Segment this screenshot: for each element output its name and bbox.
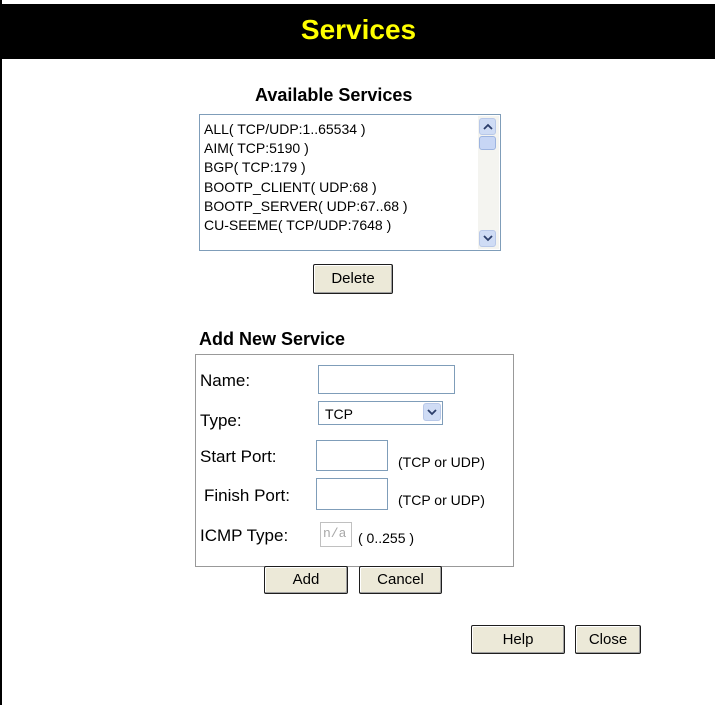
list-item[interactable]: BOOTP_CLIENT( UDP:68 ) bbox=[204, 178, 474, 197]
start-port-input[interactable] bbox=[316, 440, 388, 471]
list-item[interactable]: BGP( TCP:179 ) bbox=[204, 158, 474, 177]
type-label: Type: bbox=[200, 411, 242, 430]
type-select[interactable]: TCP bbox=[318, 401, 443, 425]
type-dropdown-button[interactable] bbox=[423, 403, 441, 421]
type-select-value: TCP bbox=[325, 406, 353, 422]
window-left-edge bbox=[0, 0, 2, 705]
icmp-type-input[interactable]: n/a bbox=[320, 522, 352, 547]
title-bar: Services bbox=[2, 4, 715, 59]
scroll-down-button[interactable] bbox=[479, 230, 496, 247]
add-button[interactable]: Add bbox=[264, 566, 348, 594]
cancel-button[interactable]: Cancel bbox=[359, 566, 442, 594]
chevron-up-icon bbox=[483, 123, 493, 130]
chevron-down-icon bbox=[427, 409, 437, 416]
list-item[interactable]: AIM( TCP:5190 ) bbox=[204, 139, 474, 158]
help-button[interactable]: Help bbox=[471, 625, 565, 654]
finish-port-input[interactable] bbox=[316, 478, 388, 510]
listbox-scrollbar[interactable] bbox=[478, 116, 499, 249]
icmp-type-label: ICMP Type: bbox=[200, 526, 289, 545]
delete-button[interactable]: Delete bbox=[313, 264, 393, 294]
services-list: ALL( TCP/UDP:1..65534 ) AIM( TCP:5190 ) BG… bbox=[204, 120, 474, 235]
chevron-down-icon bbox=[483, 235, 493, 242]
list-item[interactable]: CU-SEEME( TCP/UDP:7648 ) bbox=[204, 216, 474, 235]
name-input[interactable] bbox=[318, 365, 455, 394]
list-item[interactable]: BOOTP_SERVER( UDP:67..68 ) bbox=[204, 197, 474, 216]
available-services-listbox[interactable]: ALL( TCP/UDP:1..65534 ) AIM( TCP:5190 ) BG… bbox=[199, 114, 501, 251]
page-title: Services bbox=[300, 14, 417, 45]
add-service-form: Name: Type: TCP Start Port: (TCP or UDP)… bbox=[195, 354, 514, 567]
scroll-up-button[interactable] bbox=[479, 118, 496, 135]
name-label: Name: bbox=[200, 371, 251, 390]
start-port-note: (TCP or UDP) bbox=[398, 454, 485, 470]
finish-port-label: Finish Port: bbox=[204, 486, 290, 505]
start-port-label: Start Port: bbox=[200, 447, 277, 466]
scroll-thumb[interactable] bbox=[479, 136, 496, 150]
add-new-service-heading: Add New Service bbox=[199, 329, 346, 349]
close-button[interactable]: Close bbox=[575, 625, 641, 654]
icmp-type-note: ( 0..255 ) bbox=[358, 530, 415, 546]
list-item[interactable]: ALL( TCP/UDP:1..65534 ) bbox=[204, 120, 474, 139]
finish-port-note: (TCP or UDP) bbox=[398, 492, 485, 508]
available-services-heading: Available Services bbox=[255, 85, 413, 105]
